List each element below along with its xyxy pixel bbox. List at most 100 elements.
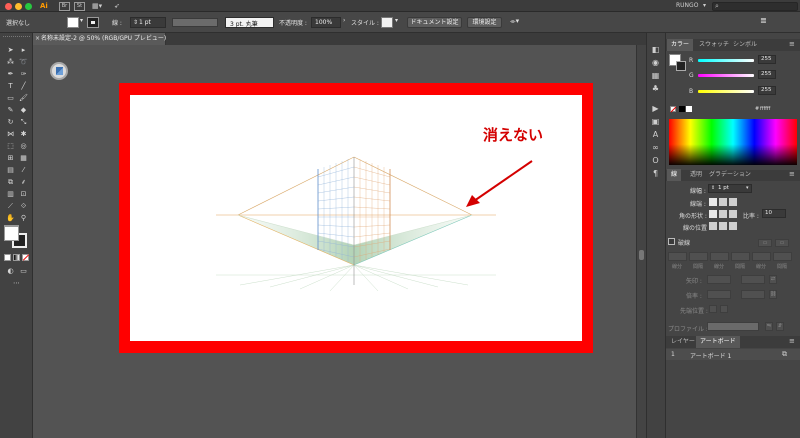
eraser-tool-icon[interactable]: ◆ (18, 105, 29, 115)
chevron-down-icon[interactable]: ▾ (703, 1, 706, 11)
puppet-warp-tool-icon[interactable]: ✱ (18, 129, 29, 139)
gap-field-1[interactable] (689, 252, 708, 261)
red-value-field[interactable]: 255 (758, 55, 776, 64)
eyedropper-tool-icon[interactable]: ⁄ (18, 165, 29, 175)
swap-arrows-icon[interactable]: ⇄ (769, 275, 777, 284)
graphic-style-swatch[interactable] (381, 17, 393, 28)
rotate-tool-icon[interactable]: ↻ (5, 117, 16, 127)
direct-selection-tool-icon[interactable]: ▸ (18, 45, 29, 55)
align-dash-icon[interactable]: ▭ (775, 239, 789, 247)
red-slider[interactable] (698, 59, 754, 62)
color-mode-icon[interactable] (4, 254, 11, 261)
chevron-right-icon[interactable]: › (343, 17, 345, 24)
butt-cap-icon[interactable] (709, 198, 717, 206)
panel-menu-icon[interactable]: ≡ (789, 40, 795, 48)
stroke-weight-field[interactable]: ⇕ 1 pt (130, 17, 166, 28)
none-mode-icon[interactable] (22, 254, 30, 261)
rectangle-tool-icon[interactable]: ▭ (5, 93, 16, 103)
grid-layout-icon[interactable]: ▦▾ (92, 1, 102, 11)
perspective-grid-tool-icon[interactable]: ⊞ (5, 153, 16, 163)
align-inside-icon[interactable] (719, 222, 727, 230)
opentype-panel-icon[interactable]: O (650, 156, 661, 166)
preferences-button[interactable]: 環境設定 (467, 17, 502, 28)
document-info-icon[interactable]: ▣ (650, 117, 661, 127)
gap-field-3[interactable] (773, 252, 792, 261)
search-input[interactable]: ⌕ (712, 2, 798, 11)
miter-join-icon[interactable] (709, 210, 717, 218)
document-tab[interactable]: × 名称未設定-2 @ 50% (RGB/GPU プレビュー) (33, 33, 166, 45)
flip-across-icon[interactable]: ⇵ (776, 322, 784, 331)
gradient-tool-icon[interactable]: ▤ (5, 165, 16, 175)
brushes-panel-icon[interactable]: ♣ (650, 84, 661, 94)
color-panel-icon[interactable]: ◧ (650, 45, 661, 55)
tip-place-icon[interactable] (720, 305, 728, 313)
black-swatch[interactable] (679, 106, 685, 112)
selection-tool-icon[interactable]: ➤ (5, 45, 16, 55)
flip-along-icon[interactable]: ⇋ (765, 322, 773, 331)
start-scale-field[interactable] (707, 290, 731, 299)
green-slider[interactable] (698, 74, 754, 77)
dashed-line-checkbox[interactable] (668, 238, 675, 245)
zoom-window-button[interactable] (25, 3, 32, 10)
shaper-tool-icon[interactable]: ✎ (5, 105, 16, 115)
vertical-scrollbar[interactable] (636, 45, 646, 438)
color-stroke-swatch[interactable] (676, 61, 686, 71)
bevel-join-icon[interactable] (729, 210, 737, 218)
none-color-icon[interactable] (670, 106, 677, 113)
dash-field-2[interactable] (710, 252, 729, 261)
stroke-swatch[interactable] (87, 17, 99, 28)
artboard-row[interactable]: 1 アートボード 1 ⧉ (666, 349, 800, 360)
preserve-dash-icon[interactable]: ▭ (758, 239, 772, 247)
character-panel-icon[interactable]: A (650, 130, 661, 140)
bridge-icon[interactable]: Br (59, 2, 70, 11)
close-icon[interactable]: × (35, 33, 40, 45)
width-profile-select[interactable] (707, 322, 759, 331)
play-icon[interactable]: ▶ (650, 104, 661, 114)
arrange-documents-icon[interactable]: ⌯▾ (510, 17, 519, 26)
paragraph-panel-icon[interactable]: ¶ (650, 169, 661, 179)
start-arrow-select[interactable] (707, 275, 731, 284)
close-window-button[interactable] (5, 3, 12, 10)
chevron-down-icon[interactable]: ▾ (395, 17, 398, 24)
gap-field-2[interactable] (731, 252, 750, 261)
blue-value-field[interactable]: 255 (758, 86, 776, 95)
green-value-field[interactable]: 255 (758, 70, 776, 79)
fill-swatch[interactable] (67, 17, 79, 28)
links-panel-icon[interactable]: ∞ (650, 143, 661, 153)
white-swatch[interactable] (686, 106, 692, 112)
slice-tool-icon[interactable]: ⟋ (5, 201, 16, 211)
end-scale-field[interactable] (741, 290, 765, 299)
panel-menu-icon[interactable]: ≣ (760, 16, 767, 25)
symbol-sprayer-tool-icon[interactable]: ⸙ (18, 177, 29, 187)
column-graph-tool-icon[interactable]: ▥ (5, 189, 16, 199)
perspective-plane-widget[interactable] (50, 62, 68, 80)
limit-value-field[interactable]: 10 (762, 209, 786, 218)
blue-slider[interactable] (698, 90, 754, 93)
brush-definition[interactable]: 3 pt. 丸筆 (225, 17, 274, 28)
tab-artboards[interactable]: アートボード (696, 336, 740, 348)
edit-toolbar-icon[interactable]: ⋯ (11, 278, 22, 288)
scale-tool-icon[interactable]: ⤡ (18, 117, 29, 127)
document-settings-button[interactable]: ドキュメント設定 (407, 17, 462, 28)
curvature-tool-icon[interactable]: ✑ (18, 69, 29, 79)
round-cap-icon[interactable] (719, 198, 727, 206)
dash-field-3[interactable] (752, 252, 771, 261)
eraser-alt-tool-icon[interactable]: ⟐ (18, 201, 29, 211)
round-join-icon[interactable] (719, 210, 727, 218)
scroll-thumb[interactable] (639, 250, 644, 260)
artboard-options-icon[interactable]: ⧉ (782, 350, 787, 359)
tab-layers[interactable]: レイヤー (667, 336, 699, 348)
chevron-down-icon[interactable]: ▾ (746, 185, 749, 191)
type-tool-icon[interactable]: T (5, 81, 16, 91)
tab-transparency[interactable]: 透明 (686, 169, 706, 181)
lasso-tool-icon[interactable]: ➰ (18, 57, 29, 67)
align-outside-icon[interactable] (729, 222, 737, 230)
width-tool-icon[interactable]: ⋈ (5, 129, 16, 139)
tab-symbols[interactable]: シンボル (729, 39, 761, 51)
draw-mode-icon[interactable]: ◐ (5, 266, 16, 276)
dash-field-1[interactable] (668, 252, 687, 261)
panel-menu-icon[interactable]: ≡ (789, 170, 795, 178)
link-scale-icon[interactable]: ⛓ (769, 290, 777, 299)
stock-icon[interactable]: St (74, 2, 85, 11)
align-center-icon[interactable] (709, 222, 717, 230)
